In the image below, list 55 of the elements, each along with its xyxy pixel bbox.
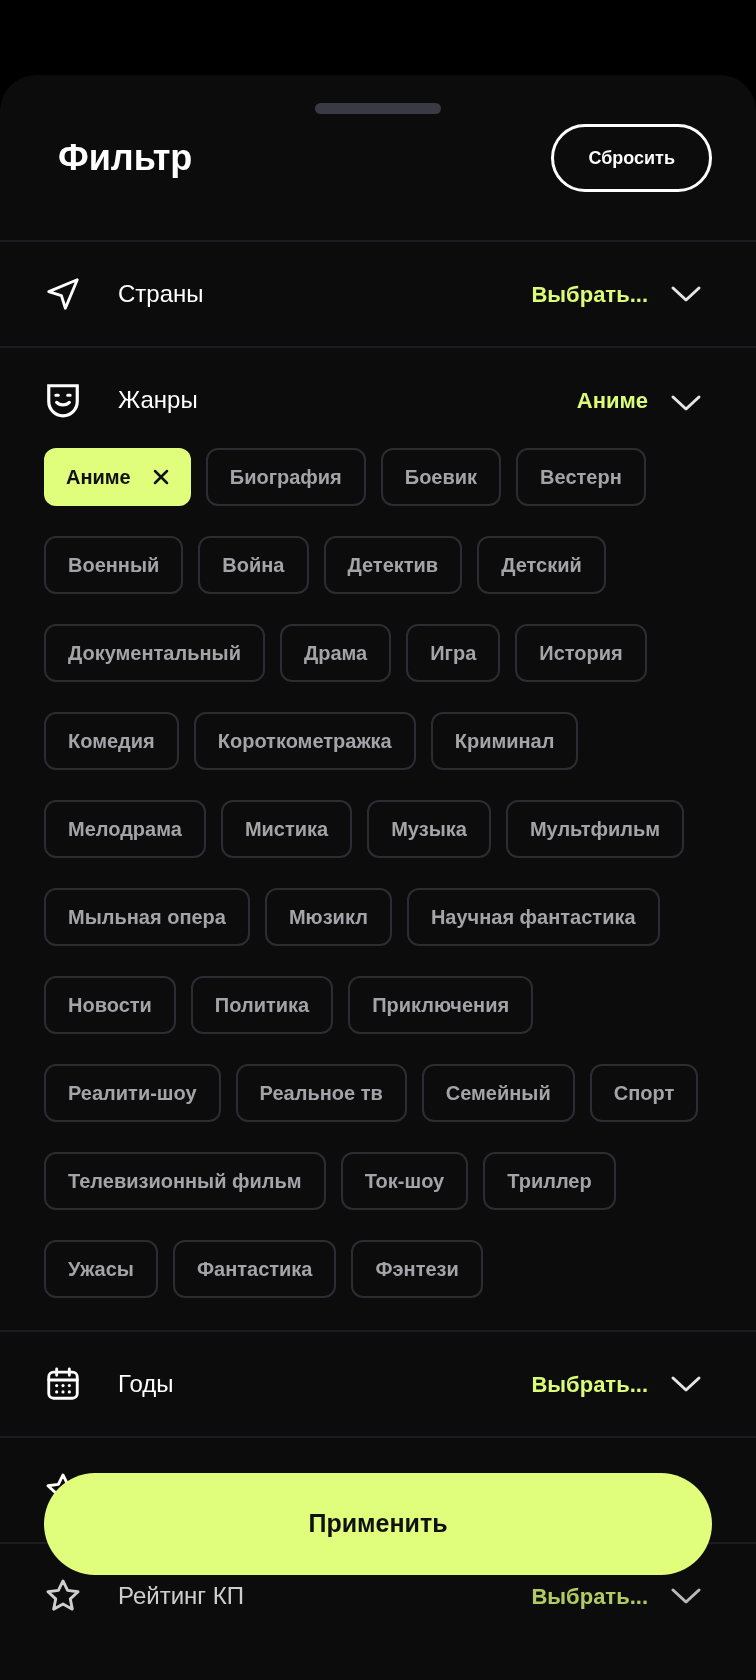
- genre-chip[interactable]: Спорт: [589, 1064, 699, 1122]
- genre-chip[interactable]: Мыльная опера: [44, 888, 250, 946]
- selection-value[interactable]: Выбрать...: [531, 277, 648, 311]
- calendar-icon: [44, 1365, 82, 1403]
- genre-chip[interactable]: Биография: [205, 448, 366, 506]
- genre-chip[interactable]: Война: [198, 536, 309, 594]
- genre-chip[interactable]: Телевизионный фильм: [44, 1152, 326, 1210]
- smiling-mask-icon: [44, 381, 82, 419]
- navigation-arrow-icon: [44, 275, 82, 313]
- genre-chip[interactable]: Реалити-шоу: [44, 1064, 221, 1122]
- genre-chip[interactable]: Реальное тв: [235, 1064, 407, 1122]
- apply-button[interactable]: Применить: [44, 1473, 712, 1575]
- genre-chip[interactable]: Детектив: [323, 536, 463, 594]
- genre-chip[interactable]: История: [515, 624, 647, 682]
- sheet-title: Фильтр: [58, 136, 193, 180]
- genre-chip[interactable]: Мультфильм: [505, 800, 685, 858]
- chevron-icon[interactable]: [670, 393, 702, 413]
- genre-chip[interactable]: Фэнтези: [351, 1240, 483, 1298]
- genre-chip[interactable]: Комедия: [44, 712, 179, 770]
- chevron-icon[interactable]: [670, 284, 702, 304]
- drag-handle[interactable]: [315, 103, 441, 114]
- genre-chip[interactable]: Вестерн: [516, 448, 646, 506]
- selection-value[interactable]: Выбрать...: [531, 1579, 648, 1613]
- genre-chip[interactable]: Драма: [279, 624, 392, 682]
- genre-chip[interactable]: Новости: [44, 976, 176, 1034]
- genre-chip[interactable]: Документальный: [44, 624, 265, 682]
- genre-chip[interactable]: Аниме: [44, 448, 191, 506]
- genre-chip[interactable]: Военный: [44, 536, 184, 594]
- genre-chip[interactable]: Детский: [477, 536, 606, 594]
- genre-chip[interactable]: Ужасы: [44, 1240, 158, 1298]
- genre-chip[interactable]: Триллер: [483, 1152, 616, 1210]
- genre-chip[interactable]: Мюзикл: [264, 888, 392, 946]
- genre-chip[interactable]: Мистика: [220, 800, 353, 858]
- genre-chip[interactable]: Научная фантастика: [406, 888, 660, 946]
- selection-value[interactable]: Аниме: [576, 383, 648, 417]
- genre-chip[interactable]: Мелодрама: [44, 800, 206, 858]
- section-label: Страны: [118, 279, 205, 309]
- genre-chip[interactable]: Короткометражка: [193, 712, 416, 770]
- genre-chip[interactable]: Боевик: [380, 448, 502, 506]
- genre-chip[interactable]: Политика: [190, 976, 334, 1034]
- reset-button[interactable]: Сбросить: [551, 124, 712, 192]
- section-label: Рейтинг КП: [118, 1581, 245, 1611]
- section-label: Жанры: [118, 385, 199, 415]
- chevron-icon[interactable]: [670, 1586, 702, 1606]
- chevron-icon[interactable]: [670, 1374, 702, 1394]
- close-icon[interactable]: [152, 469, 169, 485]
- section-label: Годы: [118, 1369, 175, 1399]
- genre-chip[interactable]: Ток-шоу: [340, 1152, 469, 1210]
- genre-chip[interactable]: Криминал: [430, 712, 579, 770]
- genre-chip[interactable]: Игра: [406, 624, 501, 682]
- genre-chip[interactable]: Музыка: [367, 800, 491, 858]
- genre-chip[interactable]: Фантастика: [172, 1240, 337, 1298]
- genre-chip[interactable]: Приключения: [348, 976, 534, 1034]
- selection-value[interactable]: Выбрать...: [531, 1367, 648, 1401]
- genre-chip[interactable]: Семейный: [421, 1064, 575, 1122]
